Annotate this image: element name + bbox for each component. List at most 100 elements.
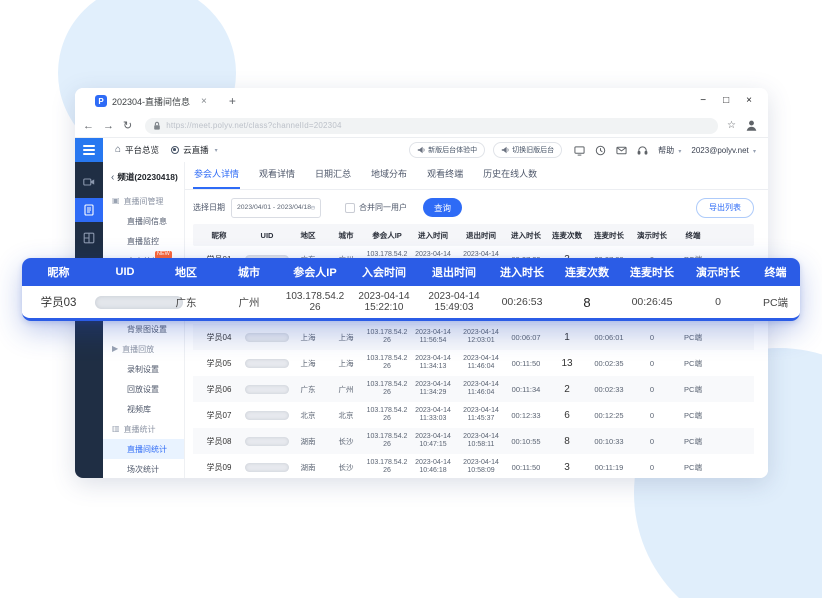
- megaphone-icon: [501, 146, 509, 154]
- new-tab-button[interactable]: +: [229, 94, 236, 108]
- tab-1[interactable]: 观看详情: [258, 162, 296, 189]
- sidebar-group-0[interactable]: ▣直播间管理: [103, 191, 184, 211]
- browser-toolbar: ← → ↻ https://meet.polyv.net/class?chann…: [75, 114, 768, 138]
- sidebar-item-8[interactable]: 回放设置: [103, 379, 184, 399]
- cell-mic_count: 1: [547, 332, 587, 343]
- sidebar-item-7[interactable]: 录制设置: [103, 359, 184, 379]
- live-product-icon: [171, 146, 179, 154]
- overlay-cell-name: 学员03: [22, 294, 95, 310]
- reload-icon[interactable]: ↻: [123, 119, 132, 132]
- tab-5[interactable]: 历史在线人数: [482, 162, 538, 189]
- sidebar-item-12[interactable]: 场次统计: [103, 459, 184, 478]
- cell-present: 0: [631, 411, 673, 420]
- sidebar-item-1[interactable]: 直播间信息: [103, 211, 184, 231]
- tab-0[interactable]: 参会人详情: [193, 162, 240, 189]
- query-button[interactable]: 查询: [423, 198, 462, 217]
- account-menu[interactable]: 2023@polyv.net ▾: [691, 146, 768, 155]
- tab-3[interactable]: 地域分布: [370, 162, 408, 189]
- overlay-header-cell-11: 终端: [751, 264, 800, 280]
- overlay-header-cell-8: 连麦次数: [555, 264, 619, 280]
- header-cell-5: 进入时间: [409, 230, 457, 241]
- switch-old-version-pill-button[interactable]: 切换旧版后台: [493, 142, 562, 158]
- history-icon[interactable]: [595, 145, 606, 156]
- minimize-icon[interactable]: −: [700, 96, 706, 106]
- date-range-value: 2023/04/01 - 2023/04/18: [237, 204, 311, 211]
- overlay-header-cell-6: 退出时间: [419, 264, 489, 280]
- overlay-data-row: 学员03广东广州103.178.54.2262023-04-14 15:22:1…: [22, 286, 800, 318]
- export-list-button[interactable]: 导出列表: [696, 198, 754, 218]
- address-bar[interactable]: https://meet.polyv.net/class?channelId=2…: [145, 118, 718, 134]
- sidebar-group-label: 直播统计: [124, 424, 156, 435]
- window-controls: − □ ×: [700, 96, 768, 106]
- cell-duration: 00:10:55: [505, 437, 547, 446]
- overlay-cell-terminal: PC端: [751, 295, 800, 310]
- date-range-input[interactable]: 2023/04/01 - 2023/04/18: [231, 198, 321, 218]
- rail-layout-icon[interactable]: [75, 226, 103, 250]
- header-cell-9: 连麦时长: [587, 230, 631, 241]
- maximize-icon[interactable]: □: [723, 96, 729, 106]
- rail-document-icon[interactable]: [75, 198, 103, 222]
- sidebar-item-5[interactable]: 背景图设置: [103, 319, 184, 339]
- merge-user-checkbox[interactable]: [345, 203, 355, 213]
- cell-exit: 2023-04-14 12:03:01: [457, 329, 505, 346]
- platform-overview-link[interactable]: ⌂ 平台总览: [115, 144, 159, 156]
- product-switcher[interactable]: 云直播 ▾: [171, 144, 218, 156]
- overlay-cell-exit: 2023-04-14 15:49:03: [419, 291, 489, 314]
- cell-exit: 2023-04-14 10:58:09: [457, 459, 505, 476]
- table-row: 学员05上海上海103.178.54.2262023-04-14 11:34:1…: [193, 350, 754, 376]
- header-icon-cluster: [574, 145, 648, 156]
- new-version-pill-button[interactable]: 新版后台体验中: [409, 142, 485, 158]
- cell-region: 广东: [289, 384, 327, 395]
- uid-redacted-pill: [245, 333, 289, 342]
- sidebar-item-9[interactable]: 视频库: [103, 399, 184, 419]
- browser-tab[interactable]: P 202304-直播间信息 ×: [87, 90, 215, 112]
- message-icon[interactable]: [616, 145, 627, 156]
- cell-name: 学员06: [193, 384, 245, 395]
- menu-toggle-button[interactable]: [75, 138, 103, 162]
- cell-mic_duration: 00:10:33: [587, 437, 631, 446]
- back-icon[interactable]: ←: [83, 120, 94, 132]
- polyv-favicon-icon: P: [95, 95, 107, 107]
- headset-icon[interactable]: [637, 145, 648, 156]
- header-cell-2: 地区: [289, 230, 327, 241]
- bookmark-star-icon[interactable]: ☆: [727, 120, 736, 131]
- uid-redacted-pill: [245, 411, 289, 420]
- sidebar-item-2[interactable]: 直播监控: [103, 231, 184, 251]
- close-icon[interactable]: ×: [746, 96, 752, 106]
- header-cell-4: 参会人IP: [365, 230, 409, 241]
- sidebar-group-10[interactable]: ▥ 直播统计: [103, 419, 184, 439]
- tab-close-icon[interactable]: ×: [201, 96, 207, 107]
- url-text: https://meet.polyv.net/class?channelId=2…: [166, 121, 341, 130]
- header-cell-1: UID: [245, 231, 289, 240]
- uid-redacted-pill: [245, 463, 289, 472]
- overlay-cell-region: 广东: [155, 295, 217, 310]
- cell-exit: 2023-04-14 11:46:04: [457, 355, 505, 372]
- tab-title: 202304-直播间信息: [112, 95, 190, 108]
- overlay-cell-ip: 103.178.54.226: [281, 291, 349, 314]
- sidebar-item-11[interactable]: 直播间统计: [103, 439, 184, 459]
- forward-icon[interactable]: →: [103, 120, 114, 132]
- monitor-icon[interactable]: [574, 145, 585, 156]
- tab-2[interactable]: 日期汇总: [314, 162, 352, 189]
- cell-ip: 103.178.54.226: [365, 381, 409, 398]
- sidebar-group-6[interactable]: ▶直播回放: [103, 339, 184, 359]
- cell-terminal: PC端: [673, 358, 713, 369]
- stats-icon: ▥: [112, 425, 120, 433]
- cell-ip: 103.178.54.226: [365, 459, 409, 476]
- page: P 202304-直播间信息 × + − □ × ← → ↻ https://m…: [0, 0, 822, 598]
- cell-present: 0: [631, 359, 673, 368]
- tab-4[interactable]: 观看终端: [426, 162, 464, 189]
- channel-back-row[interactable]: ‹ 频道(20230418): [103, 162, 184, 191]
- cell-duration: 00:12:33: [505, 411, 547, 420]
- help-menu[interactable]: 帮助 ▾: [658, 145, 681, 156]
- rail-camera-icon[interactable]: [75, 170, 103, 194]
- merge-user-label: 合并同一用户: [359, 202, 407, 213]
- profile-avatar-icon[interactable]: [745, 119, 758, 132]
- cell-enter: 2023-04-14 11:34:29: [409, 381, 457, 398]
- cell-enter: 2023-04-14 11:56:54: [409, 329, 457, 346]
- cell-region: 北京: [289, 410, 327, 421]
- header-cell-10: 演示时长: [631, 230, 673, 241]
- overlay-header-cell-2: 地区: [155, 264, 217, 280]
- overlay-cell-city: 广州: [217, 295, 281, 310]
- cell-ip: 103.178.54.226: [365, 433, 409, 450]
